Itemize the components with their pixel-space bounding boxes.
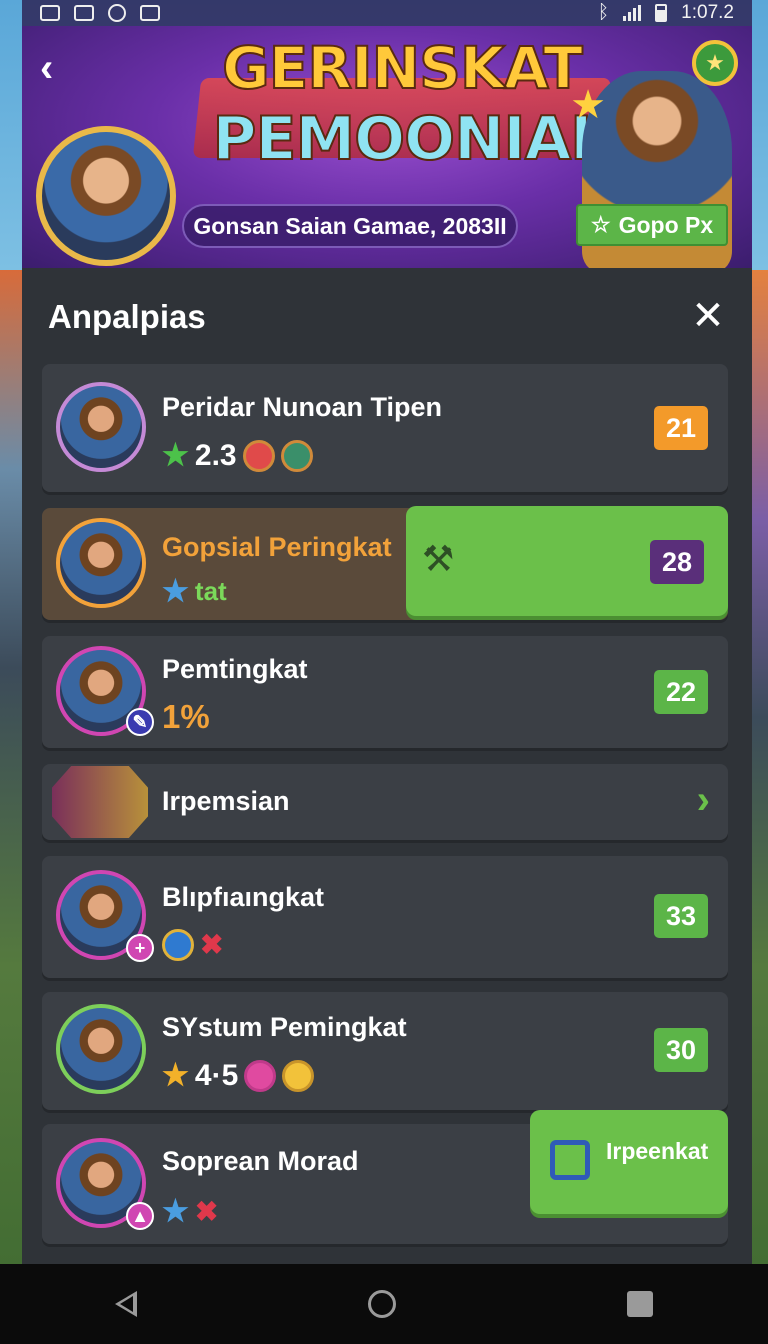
panel-title: Anpalpias	[48, 298, 206, 335]
list-item-name: Soprean Morad	[162, 1146, 359, 1176]
alert-badge-icon: ▲	[126, 1202, 154, 1230]
star-outline-icon: ☆	[590, 212, 611, 237]
page-title-line1: GERINSKAT	[221, 33, 584, 103]
subtitle-pill: Gonsan Saian Gamae, 2083II	[182, 204, 518, 248]
chevron-right-icon[interactable]: ›	[697, 778, 710, 823]
sun-gem-icon	[162, 928, 194, 961]
system-nav-bar	[0, 1264, 768, 1344]
list-item-sub: 1%	[162, 698, 210, 735]
chat-icon	[550, 1140, 590, 1180]
background-left-strip	[0, 270, 24, 1265]
bluetooth-icon: ᛒ	[597, 2, 610, 23]
candy-icon	[244, 1059, 277, 1092]
score-badge: 21	[654, 406, 708, 450]
leaderboard-panel: Anpalpias ✕ Peridar Nunoan Tipen ★ 2.3 2…	[22, 268, 752, 1264]
cross-icon: ✖	[194, 1196, 219, 1227]
gopo-button-label: Gopo Px	[618, 211, 714, 238]
nav-home-icon[interactable]	[367, 1290, 396, 1318]
settings-icon	[108, 4, 126, 22]
cross-icon: ✖	[200, 929, 224, 960]
list-item-name: SYstum Pemingkat	[162, 1012, 407, 1042]
list-item[interactable]: SYstum Pemingkat ★ 4·5 30	[42, 992, 728, 1110]
rating-value: 2.3	[194, 438, 237, 472]
gopo-button[interactable]: ☆ Gopo Px	[576, 204, 728, 246]
image-icon	[140, 5, 160, 21]
play-icon	[74, 5, 94, 21]
list-item-name: Peridar Nunoan Tipen	[162, 392, 443, 422]
score-badge: 33	[654, 894, 708, 938]
list-item[interactable]: + Blıpfıaıngkat ✖ 33	[42, 856, 728, 978]
nav-back-icon[interactable]	[115, 1291, 138, 1317]
list-item-name: Irpemsian	[162, 786, 290, 816]
shield-icon	[52, 766, 148, 838]
nav-recents-icon[interactable]	[626, 1291, 653, 1317]
star-icon: ★	[570, 83, 606, 127]
list-item-sub: tat	[194, 576, 227, 606]
score-badge: 28	[650, 540, 704, 584]
notification-icon	[40, 5, 60, 21]
signal-icon	[623, 5, 642, 21]
irpeenkat-button[interactable]: Irpeenkat	[530, 1110, 728, 1214]
page-title-line2: PEMOONIAI	[212, 103, 594, 175]
header-banner: ‹ GERINSKAT PEMOONIAI ★ ★ Gonsan Saian G…	[22, 26, 752, 268]
avatar	[56, 382, 146, 472]
star-icon: ★	[162, 1059, 189, 1092]
status-bar: ᛒ 1:07.2	[22, 0, 752, 26]
list-item[interactable]: Peridar Nunoan Tipen ★ 2.3 21	[42, 364, 728, 492]
list-item-name: Pemtingkat	[162, 654, 308, 684]
avatar	[56, 518, 146, 608]
list-item-name: Gopsial Peringkat	[162, 532, 392, 562]
score-badge: 22	[654, 670, 708, 714]
clock: 1:07.2	[681, 2, 734, 23]
add-badge-icon: +	[126, 934, 154, 962]
coin-icon	[282, 1059, 315, 1092]
tool-icon: ⚒	[422, 538, 455, 579]
star-icon: ★	[162, 439, 189, 472]
player-avatar	[36, 126, 176, 266]
list-item[interactable]: Irpemsian ›	[42, 764, 728, 840]
achievement-badge-icon[interactable]: ★	[692, 40, 738, 86]
close-button[interactable]: ✕	[690, 296, 726, 336]
rating-value: 4·5	[194, 1058, 239, 1092]
action-panel[interactable]: ⚒ 28	[406, 506, 728, 616]
star-icon: ★	[162, 575, 189, 608]
battery-icon	[655, 4, 668, 22]
star-icon: ★	[162, 1195, 189, 1228]
coin-icon	[242, 439, 275, 472]
list-item[interactable]: ✎ Pemtingkat 1% 22	[42, 636, 728, 748]
back-button[interactable]: ‹	[40, 48, 72, 88]
list-item-name: Blıpfıaıngkat	[162, 882, 325, 912]
irpeenkat-button-label: Irpeenkat	[606, 1138, 709, 1164]
edit-badge-icon: ✎	[126, 708, 154, 736]
avatar	[56, 1004, 146, 1094]
gem-icon	[280, 439, 313, 472]
score-badge: 30	[654, 1028, 708, 1072]
